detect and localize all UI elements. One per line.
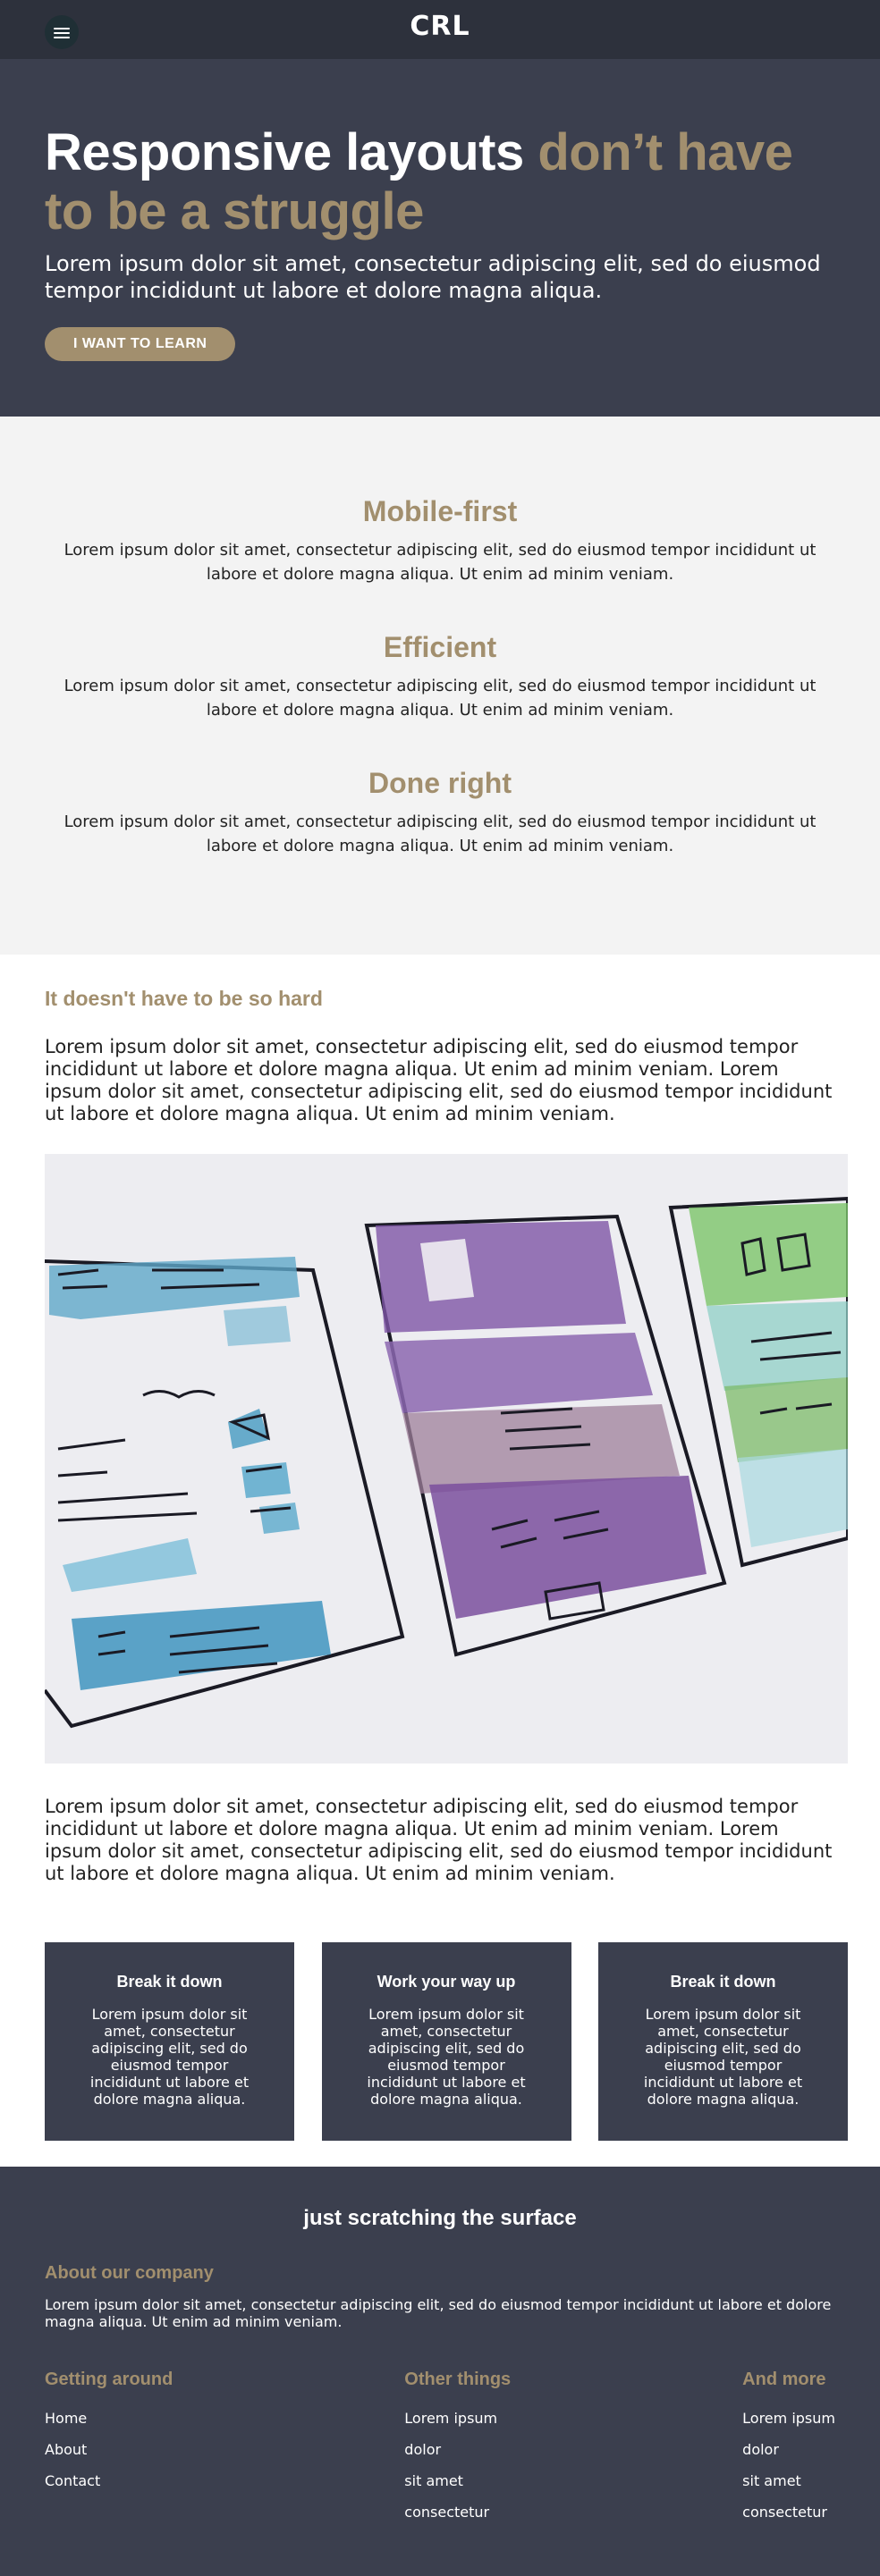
feature-text: Lorem ipsum dolor sit amet, consectetur … — [63, 677, 817, 720]
content-heading: It doesn't have to be so hard — [45, 987, 323, 1010]
feature-title: Efficient — [383, 631, 497, 663]
footer-link[interactable]: sit amet — [404, 2465, 511, 2496]
info-card: Break it down Lorem ipsum dolor sit amet… — [598, 1942, 848, 2141]
content-paragraph: Lorem ipsum dolor sit amet, consectetur … — [45, 1036, 833, 1124]
footer-link[interactable]: consectetur — [742, 2496, 835, 2528]
footer-tagline: just scratching the surface — [303, 2206, 577, 2230]
site-header: CRL — [0, 0, 880, 59]
footer-link[interactable]: Lorem ipsum — [404, 2403, 511, 2434]
info-card: Break it down Lorem ipsum dolor sit amet… — [45, 1942, 294, 2141]
feature-item: Mobile-first Lorem ipsum dolor sit amet,… — [0, 493, 880, 586]
footer-link[interactable]: Contact — [45, 2465, 173, 2496]
footer-columns: Getting around Home About Contact Other … — [45, 2370, 835, 2528]
info-card: Work your way up Lorem ipsum dolor sit a… — [321, 1942, 571, 2141]
footer-link[interactable]: About — [45, 2434, 173, 2465]
footer-about-text: Lorem ipsum dolor sit amet, consectetur … — [45, 2296, 832, 2330]
content-section: It doesn't have to be so hard Lorem ipsu… — [0, 955, 880, 1885]
footer-link[interactable]: dolor — [404, 2434, 511, 2465]
wireframe-sketch-image — [45, 1154, 848, 1764]
hero-title: Responsive layouts don’t have to be a st… — [45, 123, 835, 241]
card-title: Break it down — [670, 1973, 776, 1991]
learn-button[interactable]: I WANT TO LEARN — [45, 327, 236, 361]
footer-link[interactable]: dolor — [742, 2434, 835, 2465]
footer-about: About our company Lorem ipsum dolor sit … — [45, 2263, 835, 2330]
footer-column: And more Lorem ipsum dolor sit amet cons… — [742, 2370, 835, 2528]
card-text: Lorem ipsum dolor sit amet, consectetur … — [367, 2006, 526, 2108]
feature-text: Lorem ipsum dolor sit amet, consectetur … — [63, 541, 817, 584]
cards-section: Break it down Lorem ipsum dolor sit amet… — [0, 1885, 880, 2141]
feature-item: Efficient Lorem ipsum dolor sit amet, co… — [0, 629, 880, 722]
footer-column: Other things Lorem ipsum dolor sit amet … — [404, 2370, 511, 2528]
footer-about-title: About our company — [45, 2263, 214, 2283]
hero-title-plain: Responsive layouts — [45, 123, 524, 181]
hero-subtitle: Lorem ipsum dolor sit amet, consectetur … — [45, 251, 821, 303]
footer-column-title: Getting around — [45, 2370, 173, 2389]
footer-column-title: And more — [742, 2370, 826, 2389]
card-title: Break it down — [116, 1973, 223, 1991]
feature-title: Done right — [368, 767, 512, 799]
features-section: Mobile-first Lorem ipsum dolor sit amet,… — [0, 417, 880, 955]
feature-title: Mobile-first — [362, 495, 518, 527]
footer-link[interactable]: Home — [45, 2403, 173, 2434]
card-title: Work your way up — [377, 1973, 516, 1991]
footer-column: Getting around Home About Contact — [45, 2370, 173, 2528]
footer-link[interactable]: Lorem ipsum — [742, 2403, 835, 2434]
content-paragraph: Lorem ipsum dolor sit amet, consectetur … — [45, 1796, 833, 1884]
hero-section: Responsive layouts don’t have to be a st… — [0, 59, 880, 417]
feature-item: Done right Lorem ipsum dolor sit amet, c… — [0, 765, 880, 858]
card-text: Lorem ipsum dolor sit amet, consectetur … — [643, 2006, 803, 2108]
footer-column-title: Other things — [404, 2370, 512, 2389]
footer-link[interactable]: consectetur — [404, 2496, 511, 2528]
feature-text: Lorem ipsum dolor sit amet, consectetur … — [63, 812, 817, 855]
site-logo[interactable]: CRL — [0, 11, 880, 42]
card-text: Lorem ipsum dolor sit amet, consectetur … — [89, 2006, 250, 2108]
footer-link[interactable]: sit amet — [742, 2465, 835, 2496]
site-footer: just scratching the surface About our co… — [0, 2167, 880, 2576]
